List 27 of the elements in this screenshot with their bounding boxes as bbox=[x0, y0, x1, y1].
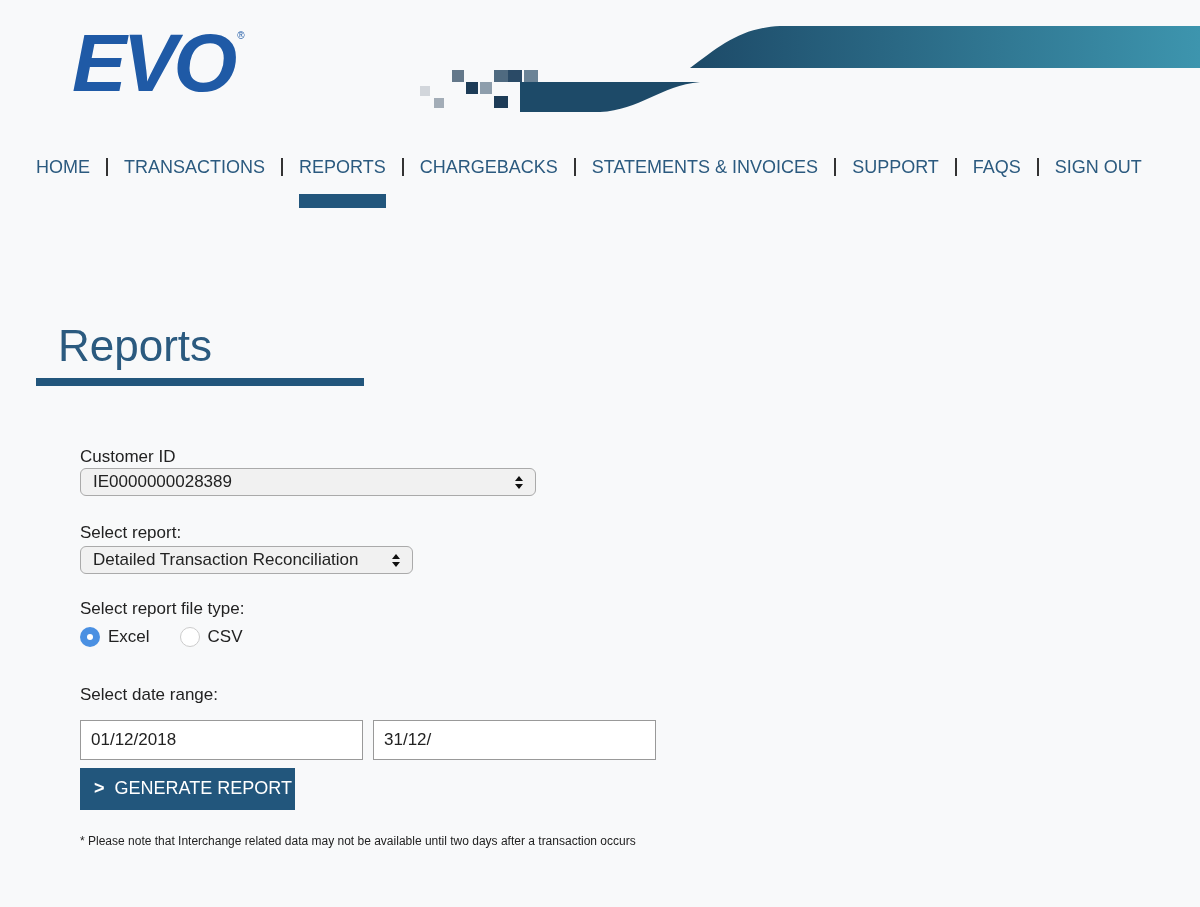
nav-link[interactable]: REPORTS bbox=[299, 150, 386, 208]
registered-mark: ® bbox=[237, 29, 245, 43]
radio-icon[interactable] bbox=[80, 626, 100, 647]
customer-id-select[interactable]: IE0000000028389 bbox=[80, 468, 536, 496]
nav-link[interactable]: TRANSACTIONS bbox=[124, 150, 265, 208]
generate-report-button[interactable]: > GENERATE REPORT bbox=[80, 767, 295, 810]
radio-option[interactable]: CSV bbox=[179, 624, 243, 650]
date-from-field[interactable]: 01/12/2018 bbox=[80, 719, 363, 760]
field-label: Customer ID bbox=[80, 446, 177, 468]
radio-icon[interactable] bbox=[179, 626, 200, 647]
nav-link[interactable]: STATEMENTS & INVOICES bbox=[591, 150, 819, 208]
nav-link[interactable]: FAQS bbox=[972, 150, 1021, 208]
date-to-field[interactable]: 31/12/ bbox=[373, 719, 656, 760]
field-label: Select report file type: bbox=[80, 598, 246, 620]
nav-link[interactable]: SUPPORT bbox=[852, 150, 939, 208]
dropdown-arrows-icon bbox=[392, 553, 400, 567]
field-label: Select report: bbox=[80, 522, 183, 544]
note-text: * Please note that Interchange related data may not be available until two days after a transaction occurs bbox=[80, 832, 637, 850]
radio-option[interactable]: Excel bbox=[80, 624, 150, 650]
nav-link[interactable]: SIGN OUT bbox=[1054, 150, 1142, 208]
nav-link[interactable]: HOME bbox=[36, 150, 90, 208]
field-label: Select date range: bbox=[80, 683, 219, 706]
dropdown-arrows-icon bbox=[515, 475, 523, 489]
logo-text: EVO bbox=[72, 22, 234, 104]
nav-link[interactable]: CHARGEBACKS bbox=[419, 150, 558, 208]
page-title: Reports bbox=[58, 320, 214, 372]
report-select[interactable]: Detailed Transaction Reconciliation bbox=[80, 546, 413, 574]
